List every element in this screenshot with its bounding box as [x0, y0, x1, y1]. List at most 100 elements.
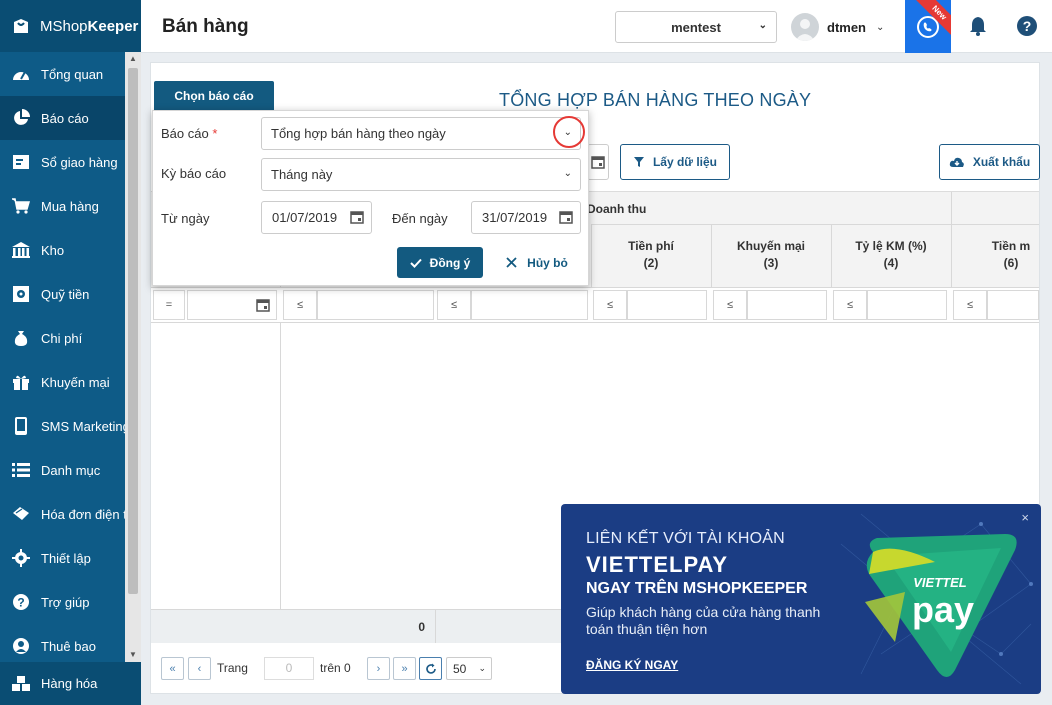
filter-operator[interactable]: ≤: [833, 290, 867, 320]
list-icon: [10, 459, 32, 481]
confirm-button[interactable]: Đồng ý: [397, 247, 483, 278]
from-date-label: Từ ngày: [161, 211, 210, 226]
notification-button[interactable]: [966, 14, 990, 38]
sidebar-item-label: Trợ giúp: [41, 594, 90, 610]
sidebar-item[interactable]: SMS Marketing: [0, 404, 125, 448]
column-header[interactable]: Khuyến mại (3): [711, 238, 831, 272]
sidebar-item[interactable]: Mua hàng: [0, 184, 125, 228]
sidebar-scrollbar[interactable]: ▲ ▼: [125, 52, 141, 662]
calendar-icon[interactable]: [256, 298, 270, 312]
filter-operator[interactable]: ≤: [437, 290, 471, 320]
first-page-button[interactable]: «: [161, 657, 184, 680]
report-type-value: Tổng hợp bán hàng theo ngày: [271, 126, 446, 141]
cloud-download-icon: [949, 157, 964, 167]
filter-input[interactable]: [471, 290, 588, 320]
period-select[interactable]: Tháng này ⌄: [261, 158, 581, 191]
sidebar-item-label: Tổng quan: [41, 66, 104, 82]
export-button[interactable]: Xuất khẩu: [939, 144, 1040, 180]
filter-operator[interactable]: ≤: [283, 290, 317, 320]
app-logo[interactable]: MShop Keeper: [0, 0, 141, 52]
date-picker-button[interactable]: [587, 144, 609, 180]
filter-input[interactable]: [987, 290, 1039, 320]
choose-report-dialog: Báo cáo * Tổng hợp bán hàng theo ngày ⌄ …: [152, 110, 589, 286]
viettelpay-promo-banner[interactable]: VIETTEL pay LIÊN KẾT VỚI TÀI KHOẢN VIETT…: [561, 504, 1041, 694]
filter-date-input[interactable]: [187, 290, 277, 320]
column-header[interactable]: Tiền m (6): [951, 238, 1052, 272]
group-header-revenue: Doanh thu: [587, 202, 647, 216]
page-size-select[interactable]: 50 ⌄: [446, 657, 492, 680]
sidebar-item[interactable]: Quỹ tiền: [0, 272, 125, 316]
user-menu[interactable]: dtmen ⌄: [791, 11, 884, 43]
export-label: Xuất khẩu: [972, 155, 1031, 169]
required-marker: *: [212, 126, 218, 141]
logo-text-bold: Keeper: [87, 17, 139, 35]
sidebar-item-label: Mua hàng: [41, 198, 99, 214]
page-label: Trang: [217, 661, 248, 675]
sidebar-item[interactable]: Báo cáo: [0, 96, 125, 140]
scrollbar-thumb[interactable]: [128, 68, 138, 594]
sidebar-item[interactable]: Thiết lập: [0, 536, 125, 580]
filter-input[interactable]: [317, 290, 434, 320]
money-bag-icon: [10, 327, 32, 349]
sidebar-item-label: SMS Marketing: [41, 418, 125, 434]
username: dtmen: [827, 19, 866, 35]
help-button[interactable]: ?: [1015, 14, 1039, 38]
calendar-icon: [591, 156, 605, 169]
calendar-icon[interactable]: [559, 210, 573, 224]
sidebar-item[interactable]: Hóa đơn điện t: [0, 492, 125, 536]
pay-logo-text: pay: [912, 589, 974, 630]
sidebar-item-goods[interactable]: Hàng hóa: [0, 662, 141, 705]
promo-line-3: NGAY TRÊN MSHOPKEEPER: [586, 580, 808, 597]
filter-operator[interactable]: ≤: [593, 290, 627, 320]
next-page-button[interactable]: ›: [367, 657, 390, 680]
filter-input[interactable]: [867, 290, 947, 320]
close-icon[interactable]: ×: [1021, 510, 1029, 525]
sidebar-item[interactable]: Tổng quan: [0, 52, 125, 96]
invoice-icon: [10, 503, 32, 525]
choose-report-tab[interactable]: Chọn báo cáo: [154, 81, 274, 111]
filter-operator[interactable]: ≤: [713, 290, 747, 320]
viettel-logo-text: VIETTEL: [913, 575, 967, 590]
scroll-up-arrow-icon[interactable]: ▲: [125, 52, 141, 66]
sidebar-item-label: Báo cáo: [41, 110, 89, 126]
filter-input[interactable]: [627, 290, 707, 320]
filter-operator[interactable]: ≤: [953, 290, 987, 320]
logo-text-prefix: MShop: [40, 17, 88, 35]
hotline-button[interactable]: New: [905, 0, 951, 53]
svg-text:?: ?: [1023, 18, 1032, 34]
get-data-button[interactable]: Lấy dữ liệu: [620, 144, 730, 180]
sidebar-item[interactable]: Chi phí: [0, 316, 125, 360]
bell-icon: [970, 17, 986, 36]
cancel-label: Hủy bỏ: [527, 255, 568, 270]
page-number-input[interactable]: 0: [264, 657, 314, 680]
double-chevron-right-icon: »: [401, 662, 408, 675]
get-data-label: Lấy dữ liệu: [652, 155, 718, 169]
promo-description: Giúp khách hàng của cửa hàng thanh toán …: [586, 604, 821, 637]
sidebar-item[interactable]: Kho: [0, 228, 125, 272]
promo-line-2: VIETTELPAY: [586, 552, 729, 577]
phone-icon: [10, 415, 32, 437]
refresh-button[interactable]: [419, 657, 442, 680]
sidebar: MShop Keeper Tổng quan Báo cáo Sổ giao hàng…: [0, 0, 141, 705]
sidebar-item[interactable]: Sổ giao hàng: [0, 140, 125, 184]
column-header[interactable]: Tiền phí (2): [591, 238, 711, 272]
from-date-input[interactable]: 01/07/2019: [261, 201, 372, 234]
store-select[interactable]: mentest ⌄: [615, 11, 777, 43]
register-now-link[interactable]: ĐĂNG KÝ NGAY: [586, 658, 678, 672]
sidebar-item[interactable]: ? Trợ giúp: [0, 580, 125, 624]
calendar-icon[interactable]: [350, 210, 364, 224]
prev-page-button[interactable]: ‹: [188, 657, 211, 680]
to-date-input[interactable]: 31/07/2019: [471, 201, 581, 234]
cancel-button[interactable]: Hủy bỏ: [497, 247, 577, 278]
sidebar-item[interactable]: Danh mục: [0, 448, 125, 492]
filter-operator[interactable]: =: [153, 290, 185, 320]
report-title: TỔNG HỢP BÁN HÀNG THEO NGÀY: [499, 90, 812, 110]
sidebar-item[interactable]: Thuê bao: [0, 624, 125, 662]
filter-input[interactable]: [747, 290, 827, 320]
sidebar-item[interactable]: Khuyến mại: [0, 360, 125, 404]
scroll-down-arrow-icon[interactable]: ▼: [125, 648, 141, 662]
top-bar: Bán hàng mentest ⌄ dtmen ⌄ New ?: [141, 0, 1052, 53]
report-type-select[interactable]: Tổng hợp bán hàng theo ngày ⌄: [261, 117, 581, 150]
column-header[interactable]: Tỷ lệ KM (%) (4): [831, 238, 951, 272]
last-page-button[interactable]: »: [393, 657, 416, 680]
